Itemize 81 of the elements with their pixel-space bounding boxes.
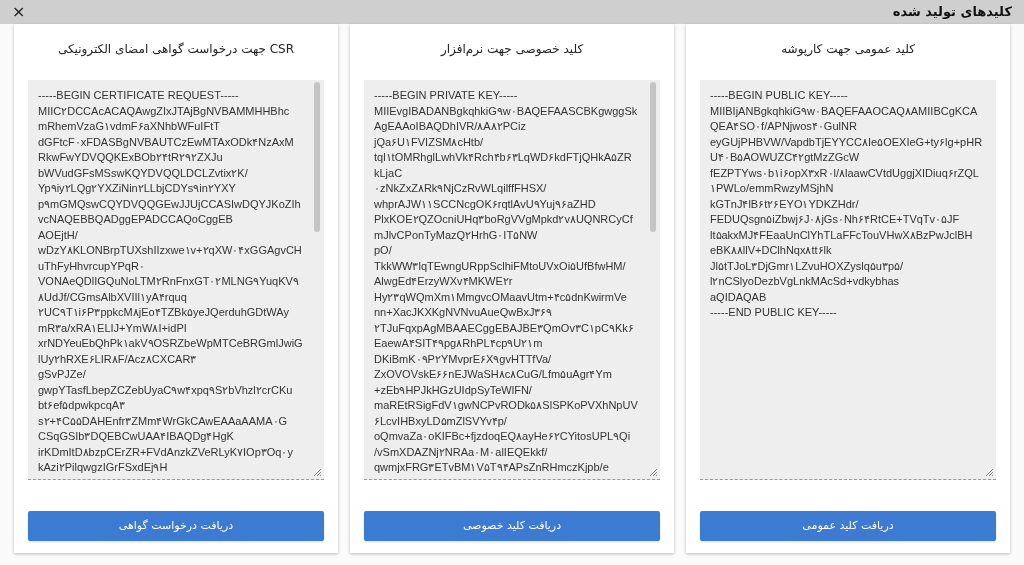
key-text-line: RkwFwYDVQQKExBOb۲۴tR۲۹۲ZXJu [38,150,223,165]
key-text-line: -----END PUBLIC KEY----- [710,305,837,320]
close-button[interactable]: × [12,4,26,20]
key-text-line: PlxKOE۲QZOcniUHq۳boRgVVgMpkd۲v۸UQNRCyCf [374,212,633,227]
card-title: کلید عمومی جهت کارپوشه [780,41,916,58]
key-text-line: VONAeQDlIGQuNoLTM۲RnFnxGT۰۲MLNG۹YuqKV۹ [38,274,299,289]
key-text-line: kGTnJ۴lB۶t۲۶EYO۱YDKZHdr/ [710,196,859,212]
key-text-line: AgEAAoIBAQDhIVR/۸A۸۲PCiz [374,119,526,134]
key-text-line: TkkWW۳lqTEwngURppSclhiFMtoUVxOi۵UfBfwHM/ [374,258,626,274]
key-text-line: lt۵akxMJ۴FEaaUnClYhTLaFFcTouVHwX۸BzPwJclBH [710,227,973,243]
key-text-line: eyGUjPHBVW/VapdbTjEYYCC۸Ie۵OEXIeG+ty۶lg+pHR [710,134,983,150]
key-text-line: ۲UC۹T۱i۶P۳ppkcM۸jEo۴TZBk۵yeJQerduhGDtWAy [38,305,289,320]
key-text-line: Hy۲۳qWQmXm۱MmgvcOMaavUtm+۴c۵dnKwirmVe [374,289,627,305]
scrollbar-thumb[interactable] [650,82,656,232]
key-text-line: AOEjtH/ [38,227,78,243]
key-text-line: mJlvCPonTyMazQ۲HrhG۰IT۵NW [374,227,538,243]
key-text-line: -----BEGIN PRIVATE KEY----- [374,88,518,103]
key-text-line: mR۳a/xRA۱ELIJ+YmW۸I+idPI [38,320,187,336]
key-text-line: whprAJW۱۱SCCNcgOK۶rqtlAvU۹Yuj۹۶aZHD [374,196,596,212]
key-text-line: FEDUQsgn۵iZbwj۶J۰۸jGs۰Nh۶۴RtCE+TVqTv۰۵JF [710,212,960,227]
key-text-line: ۶LcvIHBxyLD۵mZlSVYv۴p/ [374,413,507,429]
card-title: CSR جهت درخواست گواهی امضای الکترونیکی [56,41,296,59]
key-text-line: vcNAQEBBQADggEPADCCAQoCggEB [38,212,233,227]
key-text-line: bWVudGFsMSswKQYDVQQLDCLZvtix۲K/ [38,165,248,181]
key-text-line: ZxOVOVskE۶۶nEJWaSH۸c۸CuG/Lfm۵uAgr۴Ym [374,367,612,382]
key-text-line: Jl۵tTJoL۳DjGmr۱LZvuHOXZyslq۵u۳p۵/ [710,258,904,274]
key-text-line: lUy۲hRXE۶LIR۸F/Acz۸CXCAR۳ [38,351,197,367]
key-text-line: s۲+۴C۵۵DAHEnfr۳ZMm۴WrGkCAwEAAaAAMA۰G [38,413,288,429]
resize-handle-icon[interactable] [985,468,994,477]
key-text-line: bt۶ef۵dpwkpcqA۳ [38,398,126,413]
key-text-line: ۲TJuFqxpAgMBAAECggEBAJBE۳QmOv۳C۱pC۹Kk۶ [374,320,634,336]
key-text-line: ۰zNkZxZ۸Rk۹NjCzRvWLqilffFHSX/ [374,181,547,196]
resize-handle-icon[interactable] [649,468,658,477]
key-text-line: xrNDYeuEbQhPk۱akV۹OSRZbeWpMTCeBRGmlJwiG [38,336,303,351]
key-text-line: gwpYTasfLbepZCZebUyaC۹w۴xpq۹S۲bVhzl۲crCKu [38,382,293,398]
key-text-line: CSqGSIb۳DQEBCwUAA۴IBAQDg۴HgK [38,429,234,444]
key-text-line: qwmjxFRG۳ETvBM۱V۵T۹۴APsZnRHmczKjpb/e [374,460,609,475]
key-text-line: DKiBmK۰۹P۲YMvprE۶X۹gvHTTfVa/ [374,351,552,367]
key-text-line: pO/ [374,243,392,258]
key-text-line: QEA۴SO۰f/APNjwos۴۰GulNR [710,119,857,134]
key-text-line: nn+XacJKXKgNVNvuAueQwBxJ۳۶۹ [374,305,553,320]
key-text-line: l۲nCSlyoDezbVgLnkMAcSd+vdkybhas [710,274,900,289]
key-text-line: p۹mGMQswCQYDVQQGEwJJUjCCASIwDQYJKoZIh [38,196,301,212]
key-text-line: +zEb۹HPJkHGzUIdpSyTeWlFN/ [374,382,532,398]
key-text-line: dGFtcF۰xFDASBgNVBAUTCzEwMTAxODk۴NzAxM [38,134,294,150]
key-text-line: jQa۶U۱FVIZSM۸cHtb/ [374,134,484,150]
scrollbar-thumb[interactable] [314,82,320,232]
download-button[interactable]: دریافت کلید خصوصی [364,511,660,541]
key-text-line: U۴۰B۵AOWUZC۴۲gtMzZGcW [710,150,860,165]
key-text-line: fEZPTYws۰b۱i۶opX۳xR۰l/۸laawCVtdUggjXIDiuq۶rZQL [710,165,979,181]
key-text-line: irKDmItD۸bzpCErZR+FVdAnzkZVeRLyK۷IOp۳Oq۰y [38,444,293,460]
download-button[interactable]: دریافت کلید عمومی [700,511,996,541]
key-text-line: oQmvaZa۰oKIFBc+fjzdoqEQ۸ayHe۶۲CYitosUPL۹Qi [374,429,631,444]
key-text-line: MIIBIjANBgkqhkiG۹w۰BAQEFAAOCAQ۸AMIIBCgKCA [710,103,978,119]
key-text-line: ۸UdJf/CGmsAlbXVIIl۱yA۴rquq [38,289,187,305]
key-text-line: wDzY۸KLONBrpTUXshIIzxwe۱v+۲qXW۰۴xGGAgvCH [38,243,302,258]
key-text-line: MIIC۲DCCAcACAQAwgZIxJTAjBgNVBAMMHHBhc [38,103,290,119]
key-text-line: -----BEGIN CERTIFICATE REQUEST----- [38,88,239,103]
key-text-line: mRhemVzaG۱vdmF۶aXNhbWFuIFtT [38,119,220,134]
key-text-line: Yp۹iy۲LQg۲YXZiNin۲LLbjCDYs۹in۲YXY [38,181,236,196]
key-text-line: EaewA۴SIT۴۹pg۸RhPL۴cp۹U۲۱m [374,336,543,351]
key-text-area[interactable] [28,80,324,480]
resize-handle-icon[interactable] [313,468,322,477]
card-title: کلید خصوصی جهت نرم‌افزار [439,41,585,58]
key-text-area[interactable] [700,80,996,480]
key-text-line: maREtRSigFdV۱gwNCPvRODk۵۸SlSPKoPVXhNpUV [374,398,638,413]
dialog-title: کلیدهای تولید شده [892,3,1012,22]
download-button[interactable]: دریافت درخواست گواهی [28,511,324,541]
key-text-line: aQIDAQAB [710,289,767,305]
key-text-line: kAzi۲PilqwgzIGrFSxdEj۹H [38,460,168,475]
key-text-line: /vSmXDAZNj۲NRAa۰M۰alIEQEkkf/ [374,444,548,460]
key-text-line: uThFyHhvrcupYPqR۰ [38,258,145,274]
key-text-line: tql۱tOMRhglLwhVk۴Rch۴b۶۳LqWD۶kdFTjQHkA۵ZR [374,150,632,165]
key-text-line: ۱PWLo/emmRwzyMSjhN [710,181,834,196]
key-text-line: MIIEvgIBADANBgkqhkiG۹w۰BAQEFAASCBKgwggSk [374,103,638,119]
key-text-line: AlwgEd۴ErzyWXv۴MKWE۲r [374,274,513,289]
key-text-line: -----BEGIN PUBLIC KEY----- [710,88,848,103]
key-text-line: eBK۸۸llV+DClhNqx۸tt۶lk [710,243,832,258]
key-text-line: gSvPJZe/ [38,367,86,382]
key-text-area[interactable] [364,80,660,480]
key-text-line: kLjaC [374,165,403,181]
